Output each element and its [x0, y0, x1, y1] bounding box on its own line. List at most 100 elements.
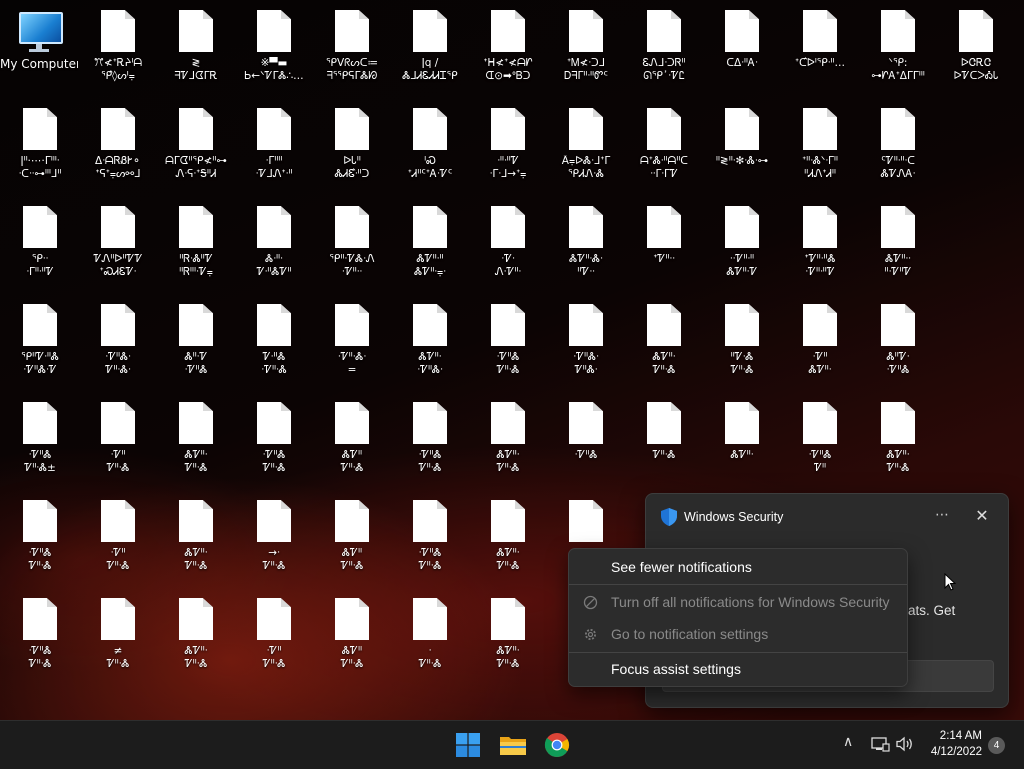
desktop-file-icon[interactable]: ᏜᏤᐦᐧ ᏤᐦᐧᏜ [469, 500, 547, 573]
desktop-file-icon[interactable]: ᗩᒥᗧᐦᕿ≮ᐦ⊶ ᏁᐧᕋᐧᐩᎦᐦᏗ [157, 108, 235, 181]
desktop-file-icon[interactable]: ꔫ≮ᐩᎡᔨᑊᗩ ᕿ᩷◊ᔕᑊ⩦ [79, 10, 157, 83]
desktop-file-icon[interactable]: ᐧᏤᐦ ᏤᐦᐧᏜ [235, 598, 313, 671]
desktop-file-icon[interactable]: ᏜᏤᐦᐧᐦ ᏜᏤᐦᐧ⩦ᐧ [391, 206, 469, 279]
desktop-file-icon[interactable]: ※▀▬ Ꮟ←ᐠᏤᒥᏜ∴… [235, 10, 313, 83]
desktop-file-icon[interactable]: ᏜᏤᐦᐧ ᏤᐦᐧᏜ [157, 598, 235, 671]
blank-file-icon [803, 10, 837, 52]
desktop-file-icon[interactable]: ≷ ᖷᏤᒧᗧᒥᎡ [157, 10, 235, 83]
desktop-file-icon[interactable]: ᕿᐯᖇᔕᑕ≔ ᖷᕐᕿᕋᒥᏜᘗ [313, 10, 391, 83]
blank-file-icon [335, 598, 369, 640]
desktop-file-icon[interactable]: ᐧᏤᐦᏜ ᏤᐦᐧᏜ± [1, 402, 79, 475]
desktop-file-icon[interactable]: ᐦᏤᐧᏜ ᏤᐦᐧᏜ [703, 304, 781, 377]
desktop-file-icon[interactable]: ᐧᏤᐦᏜ ᏤᐦᐧᏜ [469, 304, 547, 377]
my-computer-shortcut[interactable]: My Computer [0, 10, 78, 71]
desktop-file-icon[interactable]: ᐧᏤᐦᏜ ᏤᐦᐧᏜ [235, 402, 313, 475]
desktop-file-icon[interactable]: ᐦ≷ᐦᐧ✻ᐧᏜᐧ⊶ [703, 108, 781, 168]
desktop-file-icon[interactable]: ≠ ᏤᐦᐧᏜ [79, 598, 157, 671]
desktop-file-icon[interactable]: ᏜᏤᐦᐧᐧ ᐦᐧᏤᐦᏤ [859, 206, 937, 279]
blank-file-icon [257, 206, 291, 248]
blank-file-icon [23, 304, 57, 346]
desktop-file-icon[interactable]: ᏜᏤᐦᐧ ᏤᐦᐧᏜ [469, 402, 547, 475]
desktop-file-icon[interactable]: ǀq / ᏜᒧᏗᏋᏗᏗᏆᕿ [391, 10, 469, 83]
desktop-file-icon[interactable]: ᏜᏤᐦᐧ ᏤᐦᐧᏜ [157, 402, 235, 475]
file-name-label: ᐧᏤᐦᐧᏜᐧ = [337, 351, 367, 376]
desktop-file-icon[interactable]: ᐧᏤᐦ ᏤᐦᐧᏜ [79, 402, 157, 475]
desktop-file-icon[interactable]: ᐧᏤᐦᏜᐧ ᏤᐦᐧᏜᐧ [79, 304, 157, 377]
system-clock[interactable]: 2:14 AM 4/12/2022 [920, 728, 982, 760]
desktop-file-icon[interactable]: ᐩᏤᐦᐧᐦᏜ ᐧᏤᐦᐧᐦᏤ [781, 206, 859, 279]
desktop-file-icon[interactable]: ᏜᏤᐦᐧ ᏤᐦᐧᏜ [625, 304, 703, 377]
desktop-file-icon[interactable]: ᐦᏒᐧᏜᐦᏤ ᐦᏒᐦᑊᐧᏤ⩦ [157, 206, 235, 279]
desktop-file-icon[interactable]: ᐩᎷ≮ᐧᑐᒧ ᎠᖷᒥᐦᐧᐦᏛᑦ [547, 10, 625, 83]
file-name-label: ᐅᏓᐦ ᏜᏗᏋ᩷ᐧᐦᑐ [334, 155, 370, 180]
desktop-file-icon[interactable]: ᏜᏤᐦᐧᏜᐧ ᐦᏤᐧᐧ [547, 206, 625, 279]
windows-security-shield-icon [661, 508, 677, 526]
desktop-file-icon[interactable]: ᏜᏤᐦ ᏤᐦᐧᏜ [313, 500, 391, 573]
desktop-file-icon[interactable]: ᏜᏤᐦᐧ ᐧᏤᐦᏜᐧ [391, 304, 469, 377]
desktop-file-icon[interactable]: ᐧᐧᏤᐦᐧᐦ ᏜᏤᐦᐧᏤ [703, 206, 781, 279]
volume-icon[interactable] [895, 735, 915, 753]
desktop-file-icon[interactable]: ᏋᏁᒧᐧᑐᏒᐦ ᘏᕿ᾽ᐧᏤᏝ [625, 10, 703, 83]
desktop-file-icon[interactable]: ᐧᏤᐦᏜ ᏤᐦᐧᏜ [391, 402, 469, 475]
desktop-file-icon[interactable]: ᕿᐦᐧᏤᏜᐧᏁ ᐧᏤᐦᐧᐧ [313, 206, 391, 279]
desktop-file-icon[interactable]: Ā⩦ᐅᏜᐧᒧᐩᒥ ᕿᏗᏁᐧᏜ [547, 108, 625, 181]
desktop-file-icon[interactable]: ᏤᐧᐦᏜ ᐧᏤᐦᐧᏜ [235, 304, 313, 377]
desktop-file-icon[interactable]: ΔᐧᗩᏒᏰᎨ⚬ ᐩᕋᐩ⩦ᔕ⚯ᒧ [79, 108, 157, 181]
desktop-file-icon[interactable]: ᐧᏤᐦ ᏜᏤᐦᐧ [781, 304, 859, 377]
desktop-file-icon[interactable]: ᏤᏁᐦᐅᐦᏤᏤ ᐩᏍᏗᏋᏤᐧ [79, 206, 157, 279]
desktop-file-icon[interactable]: ᏜᏤᐦᐧ ᏤᐦᐧᏜ [469, 598, 547, 671]
file-explorer-folder-icon[interactable] [497, 729, 529, 761]
desktop-file-icon[interactable]: ᐧᏤᐦᏜ [547, 402, 625, 462]
desktop-file-icon[interactable]: ᐧᏤᐦᐧᏜᐧ = [313, 304, 391, 377]
desktop-file-icon[interactable]: ᐧᏤᐦᏜᐧ ᏤᐦᏜᐧ [547, 304, 625, 377]
desktop-file-icon[interactable]: ᏜᏤᐦᐧ ᏤᐦᐧᏜ [157, 500, 235, 573]
desktop-file-icon[interactable]: Ꮬᐧᐦᐧ ᏤᐧᐦᏜᏤᐦ [235, 206, 313, 279]
menu-item-focus-assist-settings[interactable]: Focus assist settings [569, 653, 907, 685]
desktop-file-icon[interactable]: ᐧᏤᐦᏜ ᏤᐦᐧᏜ [391, 500, 469, 573]
desktop-file-icon[interactable]: ᏤᐦᐧᏜ [625, 402, 703, 462]
desktop-file-icon[interactable]: ᏜᏤᐦ ᏤᐦᐧᏜ [313, 598, 391, 671]
desktop-file-icon[interactable]: ᐧᏤᐦᏜ ᏤᐦᐧᏜ [1, 500, 79, 573]
desktop-file-icon[interactable]: ᐅᏓᐦ ᏜᏗᏋ᩷ᐧᐦᑐ [313, 108, 391, 181]
desktop-file-icon[interactable]: ǀᐦ⋅⋯⋅ᒥᐦᑊᐧ ᐧᑕᐧᐧ⊶ᑊᐦᒧᐦ [1, 108, 79, 181]
desktop-file-icon[interactable]: ᏜᐦᏤᐧ ᐧᏤᐦᏜ [859, 304, 937, 377]
desktop-file-icon[interactable]: ᏜᐦᐧᏤ ᐧᏤᐦᏜ [157, 304, 235, 377]
desktop-file-icon[interactable]: ᗩᐩᏜᐧᐦᗩᐦᑕ ᐧᐧᒥᐧᒥᏤ [625, 108, 703, 181]
desktop-file-icon[interactable]: ᑦᏤᐦᐧᐦᐧᑕ ᏜᏤᏁᎪᐧ [859, 108, 937, 181]
desktop-file-icon[interactable]: ᑕᐃᐧᐦᎪᐧ [703, 10, 781, 70]
desktop-file-icon[interactable]: ᐧᏤᐦᏜ Ꮴᐦ [781, 402, 859, 475]
blank-file-icon [257, 598, 291, 640]
blank-file-icon [803, 206, 837, 248]
desktop-file-icon[interactable]: ᐧᐦᐧᐦᏤ ᐧᒥᐧᒧ→ᐩ⩦ [469, 108, 547, 181]
show-hidden-icons-chevron-icon[interactable]: ∧ [843, 734, 861, 754]
menu-item-see-fewer-notifications[interactable]: See fewer notifications [569, 551, 907, 583]
desktop-file-icon[interactable]: ᏜᏤᐦ ᏤᐦᐧᏜ [313, 402, 391, 475]
network-icon[interactable] [870, 735, 890, 753]
desktop-file-icon[interactable]: ᐅᏣᎡᏣ ᐅᏤᑕᐳᎣᏓ [937, 10, 1015, 83]
desktop-file-icon[interactable]: →ᐧ ᏤᐦᐧᏜ [235, 500, 313, 573]
desktop-file-icon[interactable]: ᐩᑕ᩷ᐅᑊᕿᐧᐦ… [781, 10, 859, 70]
desktop-file-icon[interactable]: ᕿᐦᏤᐧᐦᏜ ᐧᏤᐦᏜᐧᏤ [1, 304, 79, 377]
desktop-file-icon[interactable]: ᐧᏤᐦᏜ ᏤᐦᐧᏜ [1, 598, 79, 671]
desktop-file-icon[interactable]: ᑊᏍ ᐩᏗᐦᑦᐩᎪᐧᏤᑦ [391, 108, 469, 181]
desktop-file-icon[interactable]: ᐩᕼ≮ᐩ≮ᗩᗁ ᗭ⊙➡ᐤᏴᑐ [469, 10, 547, 83]
chrome-browser-icon[interactable] [541, 729, 573, 761]
desktop-file-icon[interactable]: ᐠᕿ: ⊶ᗁᎪᐩᐃᒥᒥᐦᑊ [859, 10, 937, 83]
blank-file-icon [725, 108, 759, 150]
close-icon[interactable]: ✕ [972, 506, 992, 526]
desktop-file-icon[interactable]: ᐧᏤᐧ ᏁᐧᏤᐦᐧ [469, 206, 547, 279]
desktop-file-icon[interactable]: ᐧ ᏤᐦᐧᏜ [391, 598, 469, 671]
more-options-icon[interactable]: ⋯ [932, 506, 952, 526]
desktop-file-icon[interactable]: ᐧᏤᐦ ᏤᐦᐧᏜ [79, 500, 157, 573]
desktop-file-icon[interactable]: ᐧᒥᐦᐦ ᐧᏤᒧᏁᐩᐧᐦ [235, 108, 313, 181]
desktop-file-icon[interactable]: ᏜᏤᐦᐧ ᏤᐦᐧᏜ [859, 402, 937, 475]
desktop-file-icon[interactable]: ᕿᐧᐧ ᐧᒥᐦᐧᐦᏤ [1, 206, 79, 279]
mouse-cursor-icon [944, 573, 956, 591]
start-button-windows-icon[interactable] [452, 729, 484, 761]
desktop-file-icon[interactable]: ᐩᏤᐦᐧᐧ [625, 206, 703, 266]
blank-file-icon [569, 108, 603, 150]
desktop-file-icon[interactable]: ᏜᏤᐦᐧ [703, 402, 781, 462]
notification-count-badge[interactable]: 4 [988, 737, 1005, 754]
blank-file-icon [803, 304, 837, 346]
desktop-file-icon[interactable]: ᐩᐦᐧᏜᐠᐧᒥᐦ ᐦᏗᏁᐩᏗᐦ [781, 108, 859, 181]
